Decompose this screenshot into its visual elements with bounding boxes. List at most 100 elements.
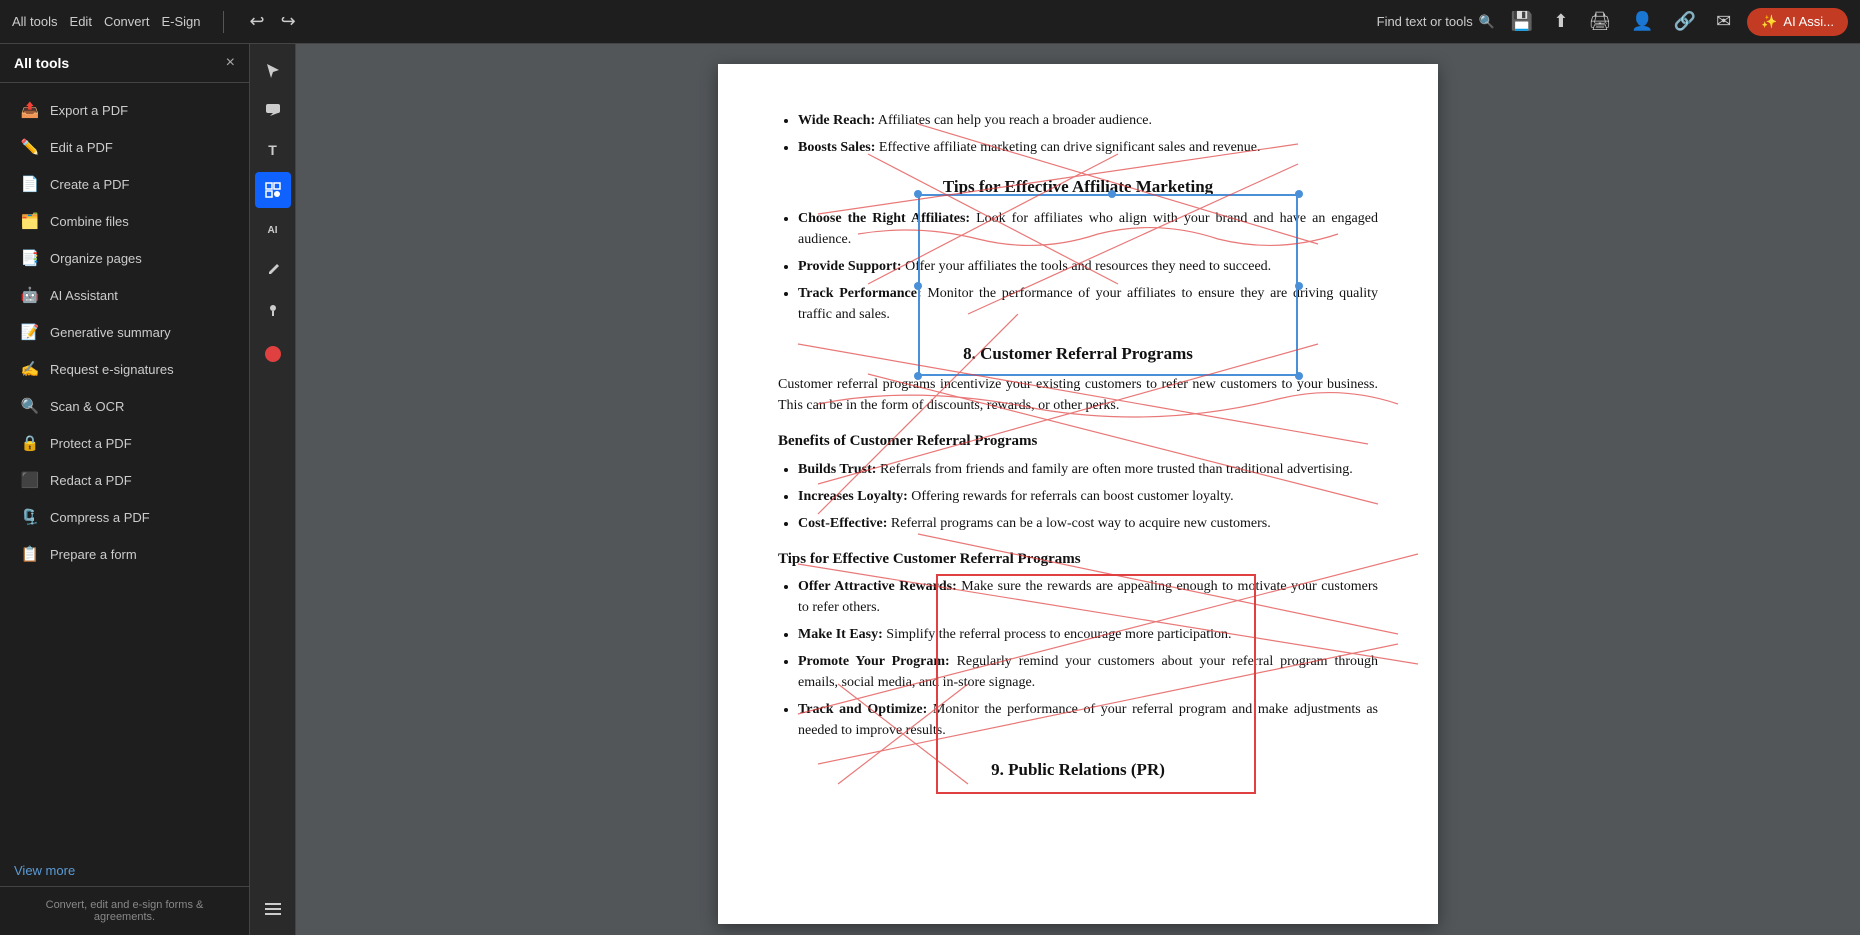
menu-tool-button[interactable] [255,891,291,927]
sidebar-item-edit-pdf-label: Edit a PDF [50,140,113,155]
heading-public-relations: 9. Public Relations (PR) [778,757,1378,783]
compress-pdf-icon: 🗜️ [20,507,40,527]
sidebar-item-generative-summary-label: Generative summary [50,325,171,340]
main-area: All tools × 📤 Export a PDF ✏️ Edit a PDF… [0,44,1860,935]
nav-esign[interactable]: E-Sign [161,14,200,29]
sidebar-item-export-pdf-label: Export a PDF [50,103,128,118]
sidebar-item-ai-assistant[interactable]: 🤖 AI Assistant [6,277,243,313]
search-icon: 🔍 [1479,14,1495,30]
print-icon-button[interactable]: 🖨 [1584,7,1615,36]
protect-pdf-icon: 🔒 [20,433,40,453]
scan-ocr-icon: 🔍 [20,396,40,416]
ai-tool-button[interactable]: AI [255,212,291,248]
list-item: Choose the Right Affiliates: Look for af… [798,208,1378,250]
sidebar-item-export-pdf[interactable]: 📤 Export a PDF [6,92,243,128]
undo-button[interactable]: ↩ [246,7,269,36]
list-item: Increases Loyalty: Offering rewards for … [798,486,1378,507]
list-item: Offer Attractive Rewards: Make sure the … [798,576,1378,618]
paragraph-referral-intro: Customer referral programs incentivize y… [778,374,1378,416]
sidebar-title: All tools [14,55,69,71]
find-text-label: Find text or tools [1377,14,1473,29]
cursor-tool-button[interactable] [255,52,291,88]
link-icon-button[interactable]: 🔗 [1670,7,1700,36]
pdf-viewer-area[interactable]: Wide Reach: Affiliates can help you reac… [296,44,1860,935]
sidebar-item-combine-files-label: Combine files [50,214,129,229]
save-icon-button[interactable]: 💾 [1507,7,1537,36]
sidebar-item-compress-pdf-label: Compress a PDF [50,510,150,525]
list-item: Track Performance: Monitor the performan… [798,283,1378,325]
sidebar-item-protect-pdf-label: Protect a PDF [50,436,132,451]
scan-select-tool-button[interactable] [255,172,291,208]
pdf-content: Wide Reach: Affiliates can help you reac… [778,110,1378,783]
create-pdf-icon: 📄 [20,174,40,194]
left-sidebar: All tools × 📤 Export a PDF ✏️ Edit a PDF… [0,44,250,935]
toolbar-actions: ↩ ↪ [246,7,300,36]
sidebar-item-organize-pages-label: Organize pages [50,251,142,266]
sidebar-item-scan-ocr-label: Scan & OCR [50,399,124,414]
list-item: Provide Support: Offer your affiliates t… [798,256,1378,277]
heading-referral-benefits: Benefits of Customer Referral Programs [778,430,1378,453]
combine-files-icon: 🗂️ [20,211,40,231]
view-more-button[interactable]: View more [0,855,249,886]
redact-pdf-icon: ⬛ [20,470,40,490]
text-tool-button[interactable]: T [255,132,291,168]
record-tool-button[interactable] [255,336,291,372]
sidebar-item-generative-summary[interactable]: 📝 Generative summary [6,314,243,350]
pen-tool-button[interactable] [255,252,291,288]
sidebar-item-protect-pdf[interactable]: 🔒 Protect a PDF [6,425,243,461]
toolbar-separator [223,11,224,33]
export-pdf-icon: 📤 [20,100,40,120]
ai-assist-label: AI Assi... [1783,14,1834,29]
sidebar-item-request-esignatures-label: Request e-signatures [50,362,174,377]
ai-assist-icon: ✨ [1761,14,1777,30]
ai-assistant-icon: 🤖 [20,285,40,305]
nav-convert[interactable]: Convert [104,14,150,29]
sidebar-footer-text: Convert, edit and e-sign forms & agreeme… [46,899,204,923]
email-icon-button[interactable]: ✉ [1712,7,1735,36]
pin-tool-button[interactable] [255,292,291,328]
heading-customer-referral: 8. Customer Referral Programs [778,341,1378,367]
sidebar-footer: Convert, edit and e-sign forms & agreeme… [0,886,249,935]
ai-assist-button[interactable]: ✨ AI Assi... [1747,8,1848,36]
find-text-box[interactable]: Find text or tools 🔍 [1377,14,1495,30]
edit-pdf-icon: ✏️ [20,137,40,157]
upload-icon-button[interactable]: ⬆ [1549,7,1572,36]
sidebar-item-prepare-form[interactable]: 📋 Prepare a form [6,536,243,572]
nav-all-tools[interactable]: All tools [12,14,58,29]
list-item: Builds Trust: Referrals from friends and… [798,459,1378,480]
nav-menu: All tools Edit Convert E-Sign [12,14,201,29]
toolbar-right: Find text or tools 🔍 💾 ⬆ 🖨 👤 🔗 ✉ ✨ AI As… [1377,7,1848,36]
generative-summary-icon: 📝 [20,322,40,342]
nav-edit[interactable]: Edit [70,14,92,29]
pdf-page: Wide Reach: Affiliates can help you reac… [718,64,1438,924]
list-item: Boosts Sales: Effective affiliate market… [798,137,1378,158]
sidebar-item-ai-assistant-label: AI Assistant [50,288,118,303]
sidebar-items-list: 📤 Export a PDF ✏️ Edit a PDF 📄 Create a … [0,83,249,855]
sidebar-item-edit-pdf[interactable]: ✏️ Edit a PDF [6,129,243,165]
account-icon-button[interactable]: 👤 [1627,7,1657,36]
sidebar-item-combine-files[interactable]: 🗂️ Combine files [6,203,243,239]
redo-button[interactable]: ↪ [277,7,300,36]
sidebar-close-button[interactable]: × [226,54,235,72]
prepare-form-icon: 📋 [20,544,40,564]
list-item: Make It Easy: Simplify the referral proc… [798,624,1378,645]
comment-tool-button[interactable] [255,92,291,128]
list-item: Wide Reach: Affiliates can help you reac… [798,110,1378,131]
sidebar-item-compress-pdf[interactable]: 🗜️ Compress a PDF [6,499,243,535]
tool-panel: T AI [250,44,296,935]
sidebar-item-scan-ocr[interactable]: 🔍 Scan & OCR [6,388,243,424]
heading-affiliate-tips: Tips for Effective Affiliate Marketing [778,174,1378,200]
list-item: Track and Optimize: Monitor the performa… [798,699,1378,741]
sidebar-item-redact-pdf-label: Redact a PDF [50,473,132,488]
request-esignatures-icon: ✍️ [20,359,40,379]
list-item: Cost-Effective: Referral programs can be… [798,513,1378,534]
sidebar-item-create-pdf[interactable]: 📄 Create a PDF [6,166,243,202]
sidebar-item-organize-pages[interactable]: 📑 Organize pages [6,240,243,276]
organize-pages-icon: 📑 [20,248,40,268]
sidebar-header: All tools × [0,44,249,83]
heading-referral-tips: Tips for Effective Customer Referral Pro… [778,548,1378,571]
sidebar-item-request-esignatures[interactable]: ✍️ Request e-signatures [6,351,243,387]
list-item: Promote Your Program: Regularly remind y… [798,651,1378,693]
sidebar-item-redact-pdf[interactable]: ⬛ Redact a PDF [6,462,243,498]
top-toolbar: All tools Edit Convert E-Sign ↩ ↪ Find t… [0,0,1860,44]
